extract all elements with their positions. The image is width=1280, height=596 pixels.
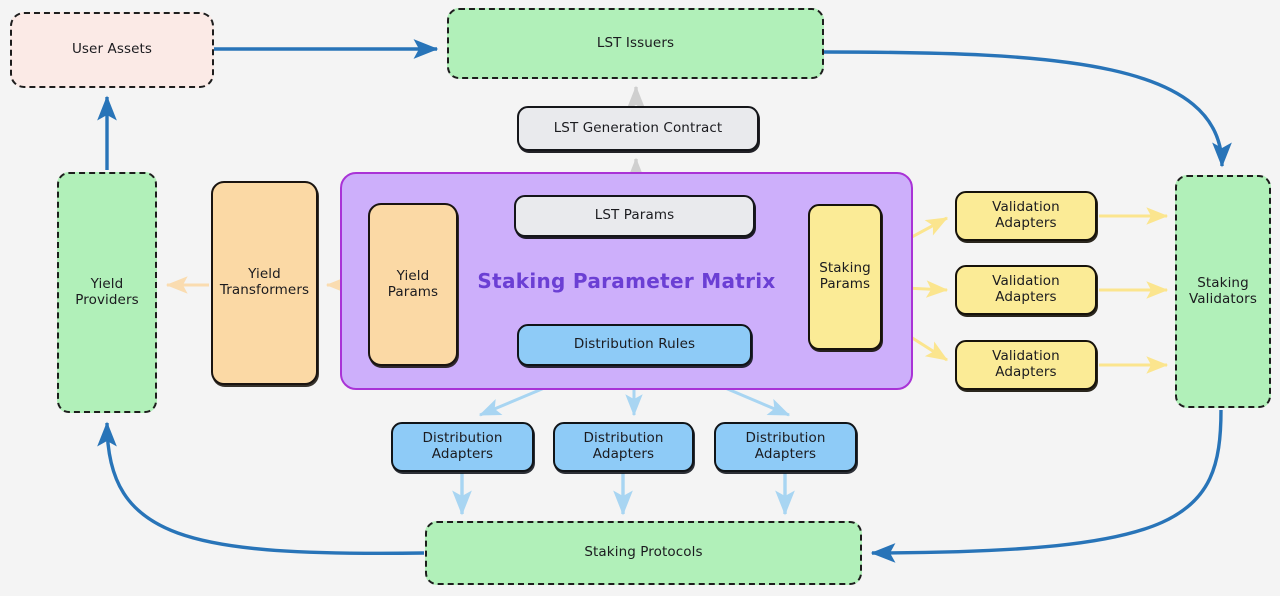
node-lst-params[interactable]: LST Params (514, 195, 755, 237)
node-validation-adapter-3[interactable]: Validation Adapters (955, 340, 1097, 390)
node-lst-generation-contract[interactable]: LST Generation Contract (517, 106, 759, 151)
edge-staking-validators-to-staking-protocols (870, 409, 1223, 563)
node-distribution-adapter-3-label: Distribution Adapters (745, 430, 826, 462)
node-staking-protocols[interactable]: Staking Protocols (425, 521, 862, 585)
node-yield-transformers-label: Yield Transformers (219, 266, 310, 298)
node-lst-generation-contract-label: LST Generation Contract (553, 119, 723, 136)
node-distribution-adapter-2-label: Distribution Adapters (583, 430, 664, 462)
node-staking-validators-label: Staking Validators (1189, 274, 1257, 307)
node-staking-params[interactable]: Staking Params (808, 204, 882, 350)
node-user-assets-label: User Assets (71, 41, 153, 58)
node-distribution-adapter-2[interactable]: Distribution Adapters (553, 422, 694, 472)
node-yield-providers-label: Yield Providers (75, 275, 139, 308)
node-validation-adapter-1[interactable]: Validation Adapters (955, 191, 1097, 241)
node-staking-params-label: Staking Params (819, 260, 871, 292)
node-yield-params[interactable]: Yield Params (368, 203, 458, 366)
node-user-assets[interactable]: User Assets (10, 12, 214, 88)
node-lst-issuers[interactable]: LST Issuers (447, 8, 824, 79)
node-lst-issuers-label: LST Issuers (596, 34, 675, 51)
node-validation-adapter-1-label: Validation Adapters (992, 199, 1060, 231)
node-validation-adapter-3-label: Validation Adapters (992, 348, 1060, 380)
node-yield-transformers[interactable]: Yield Transformers (211, 181, 318, 385)
node-yield-params-label: Yield Params (387, 267, 439, 300)
node-validation-adapter-2-label: Validation Adapters (992, 273, 1060, 305)
node-validation-adapter-2[interactable]: Validation Adapters (955, 265, 1097, 315)
edge-lst-issuers-to-staking-validators (823, 50, 1232, 168)
node-lst-params-label: LST Params (594, 207, 675, 224)
edge-staking-protocols-to-yield-providers (97, 421, 425, 555)
node-distribution-adapter-3[interactable]: Distribution Adapters (714, 422, 857, 472)
node-distribution-adapter-1[interactable]: Distribution Adapters (391, 422, 534, 472)
node-distribution-rules[interactable]: Distribution Rules (517, 324, 752, 366)
node-distribution-rules-label: Distribution Rules (573, 336, 696, 353)
node-yield-providers[interactable]: Yield Providers (57, 172, 157, 413)
node-distribution-adapter-1-label: Distribution Adapters (422, 430, 503, 462)
node-staking-protocols-label: Staking Protocols (584, 544, 703, 561)
node-staking-validators[interactable]: Staking Validators (1175, 175, 1271, 408)
diagram-canvas: User Assets LST Issuers LST Generation C… (0, 0, 1280, 596)
